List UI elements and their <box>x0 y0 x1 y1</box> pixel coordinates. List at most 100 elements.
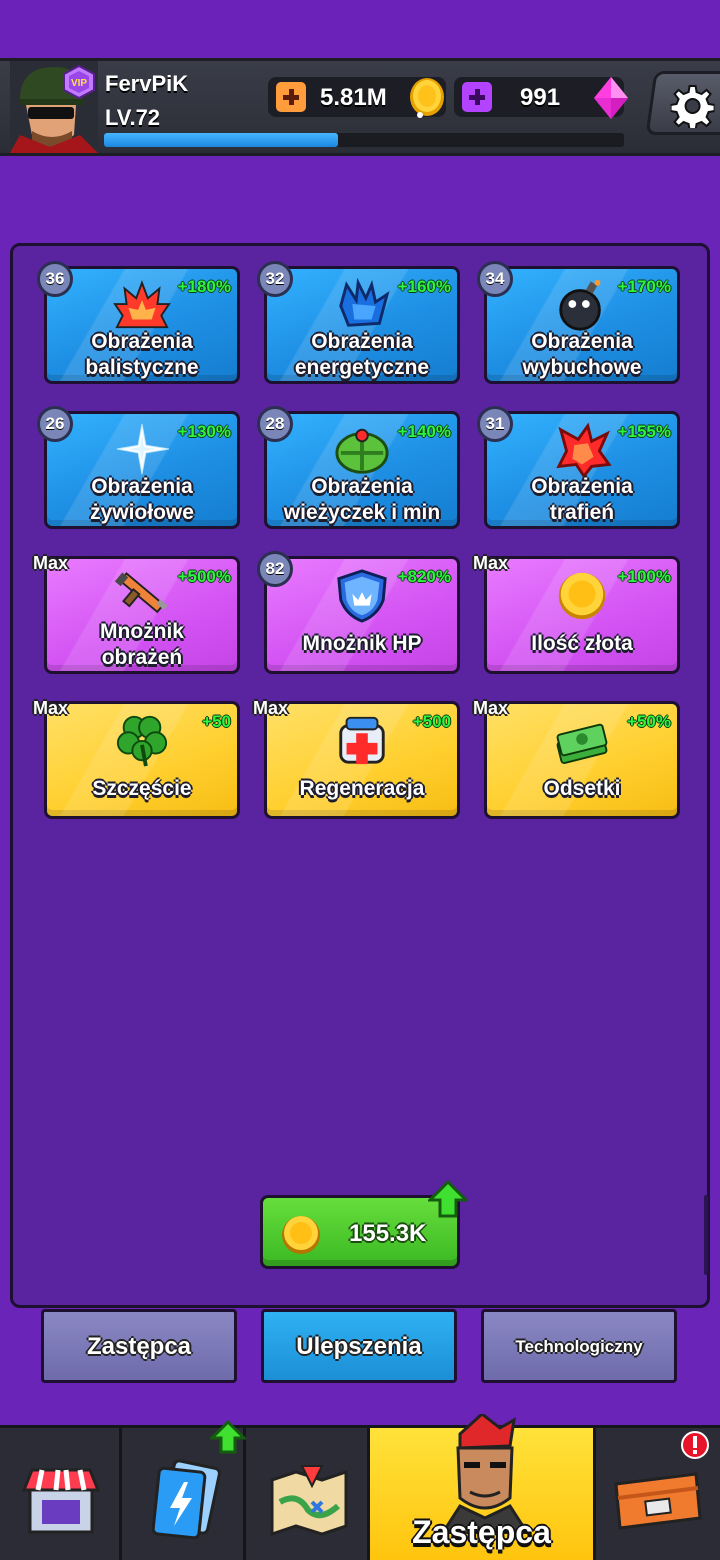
xp-progress-fill <box>104 133 338 147</box>
player-level: LV.72 <box>105 105 161 130</box>
upgrade-card[interactable]: 31 +155% Obrażenia trafień <box>477 406 680 529</box>
upgrade-card[interactable]: Max +50 Szczęście <box>33 698 240 819</box>
shield-icon <box>337 569 387 623</box>
level-badge: 28 <box>257 406 293 442</box>
upgrade-card[interactable]: 32 +160% Obrażenia energetyczne <box>257 261 460 384</box>
arrow-up-icon <box>428 1180 468 1218</box>
tab-ulepszenia[interactable]: Ulepszenia <box>261 1309 457 1383</box>
vip-badge-icon: VIP <box>60 64 98 100</box>
level-badge: 82 <box>257 551 293 587</box>
clover-icon <box>116 715 168 767</box>
max-level-badge: Max <box>33 698 69 718</box>
upgrade-name-line2: energetyczne <box>294 356 430 379</box>
shop-icon <box>22 1468 100 1534</box>
upgrade-card[interactable]: 26 +130% Obrażenia żywiołowe <box>37 406 240 529</box>
tab-zastepca[interactable]: Zastępca <box>41 1309 237 1383</box>
energy-claw-icon <box>339 277 390 327</box>
player-header: VIP FervPiK LV.72 5.81M 991 <box>0 58 720 156</box>
player-name: FervPiK <box>105 71 189 96</box>
gold-counter[interactable]: 5.81M <box>268 77 446 118</box>
tab-label: Technologiczny <box>515 1337 643 1356</box>
alert-icon <box>681 1431 709 1459</box>
upgrade-name-line2: trafień <box>549 501 615 524</box>
upgrade-cost: 155.3K <box>349 1220 427 1247</box>
upgrade-name-line2: żywiołowe <box>90 501 194 524</box>
bottom-nav: Zastępca <box>0 1414 720 1560</box>
upgrade-card[interactable]: 28 +140% Obrażenia wieżyczek i min <box>257 406 460 529</box>
fire-burst-icon <box>113 280 171 329</box>
gold-amount: 5.81M <box>320 84 387 111</box>
upgrade-name: Obrażenia <box>531 330 633 353</box>
upgrade-name: Obrażenia <box>91 330 193 353</box>
upgrade-card[interactable]: Max +50% Odsetki <box>473 698 680 819</box>
bonus-value: +50% <box>627 712 671 731</box>
level-badge: 31 <box>477 406 513 442</box>
upgrade-name: Obrażenia <box>311 330 413 353</box>
gem-counter[interactable]: 991 <box>454 77 628 119</box>
settings-button[interactable] <box>645 71 720 135</box>
max-level-badge: Max <box>473 698 509 718</box>
gold-coin-icon <box>558 572 606 620</box>
nav-cards[interactable] <box>122 1420 246 1560</box>
bonus-value: +155% <box>617 422 671 441</box>
upgrade-card[interactable]: 34 +170% Obrażenia wybuchowe <box>477 261 680 384</box>
medkit-icon <box>339 716 385 765</box>
bonus-value: +500% <box>177 567 231 586</box>
upgrade-name-line2: wieżyczek i min <box>283 501 441 524</box>
bonus-value: +820% <box>397 567 451 586</box>
upgrade-card[interactable]: 36 +180% Obrażenia balistyczne <box>37 261 240 384</box>
nav-shop[interactable] <box>0 1428 122 1560</box>
gold-coin-icon <box>282 1216 320 1254</box>
nav-label-zastepca: Zastępca <box>412 1514 551 1550</box>
top-background <box>0 0 720 58</box>
upgrade-card[interactable]: Max +500% Mnożnik obrażeń <box>33 553 240 674</box>
nav-zastepca[interactable]: Zastępca <box>370 1414 596 1560</box>
upgrade-name: Szczęście <box>92 777 192 800</box>
max-level-badge: Max <box>473 553 509 573</box>
cash-stack-icon <box>556 723 608 764</box>
bonus-value: +170% <box>617 277 671 296</box>
map-icon <box>270 1465 348 1536</box>
add-gold-icon[interactable] <box>276 82 306 112</box>
hit-burst-icon <box>556 422 612 478</box>
max-level-badge: Max <box>33 553 69 573</box>
upgrade-name: Obrażenia <box>531 475 633 498</box>
upgrade-name: Ilość złota <box>531 632 633 655</box>
upgrade-card[interactable]: 82 +820% Mnożnik HP <box>257 551 460 674</box>
tab-label: Zastępca <box>86 1333 192 1360</box>
upgrade-name: Obrażenia <box>311 475 413 498</box>
upgrade-name: Regeneracja <box>299 777 425 800</box>
upgrade-card[interactable]: Max +500 Regeneracja <box>253 698 460 819</box>
tab-technologiczny[interactable]: Technologiczny <box>481 1309 677 1383</box>
cards-icon <box>151 1459 221 1540</box>
upgrade-name-line2: wybuchowe <box>522 356 642 379</box>
add-gems-icon[interactable] <box>462 82 492 112</box>
upgrade-name-line2: obrażeń <box>101 646 183 669</box>
arrow-up-icon <box>210 1420 246 1454</box>
gold-coin-icon <box>410 78 444 118</box>
upgrade-name: Mnożnik HP <box>302 632 422 655</box>
upgrades-panel: 36 +180% Obrażenia balistyczne 32 +160% Obraże… <box>10 243 710 1308</box>
landmine-icon <box>335 428 389 474</box>
bonus-value: +160% <box>397 277 451 296</box>
bonus-value: +500 <box>412 712 451 731</box>
xp-progress-bar <box>104 133 624 147</box>
upgrade-name: Mnożnik <box>100 620 184 643</box>
upgrade-name-line2: balistyczne <box>85 356 199 379</box>
tab-label: Ulepszenia <box>296 1333 422 1360</box>
bonus-value: +50 <box>202 712 231 731</box>
nav-map[interactable] <box>246 1428 370 1560</box>
upgrade-name: Odsetki <box>543 777 621 800</box>
upgrade-card[interactable]: Max +100% Ilość złota <box>473 553 680 674</box>
gem-amount: 991 <box>520 84 561 111</box>
rifle-icon <box>114 572 168 614</box>
level-badge: 36 <box>37 261 73 297</box>
scrollbar[interactable] <box>704 1195 708 1275</box>
gem-icon <box>594 77 628 119</box>
crate-icon <box>614 1472 702 1530</box>
max-level-badge: Max <box>253 698 289 718</box>
nav-crate[interactable] <box>596 1428 720 1560</box>
gear-icon <box>670 85 715 128</box>
sparkle-icon <box>116 423 170 475</box>
svg-text:VIP: VIP <box>71 78 87 89</box>
